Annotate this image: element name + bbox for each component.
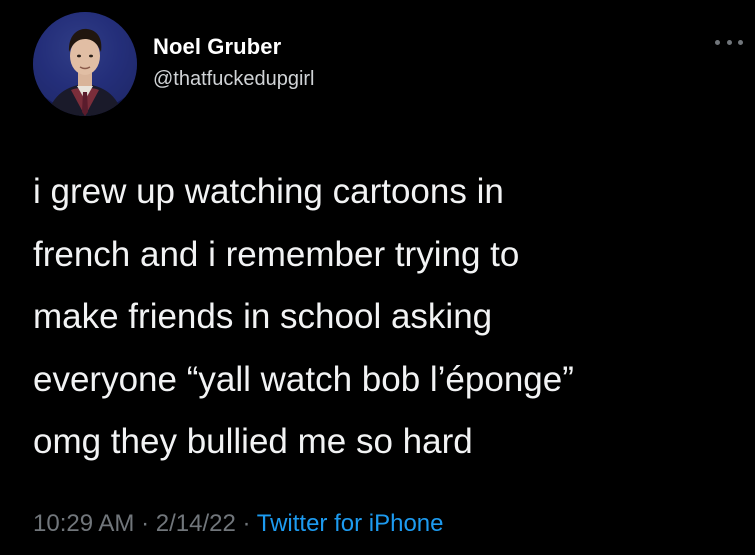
more-options-icon[interactable]: [715, 34, 743, 50]
avatar[interactable]: [33, 12, 137, 116]
meta-separator: ·: [141, 510, 150, 537]
more-dot: [738, 39, 743, 45]
tweet-source-link[interactable]: Twitter for iPhone: [257, 510, 444, 537]
avatar-image: [33, 12, 137, 116]
tweet-text: i grew up watching cartoons in french an…: [33, 172, 574, 461]
tweet-time[interactable]: 10:29 AM: [33, 510, 134, 537]
tweet-metadata: 10:29 AM · 2/14/22 · Twitter for iPhone: [33, 510, 443, 538]
more-dot: [726, 39, 732, 45]
author-handle[interactable]: @thatfuckedupgirl: [153, 68, 315, 91]
tweet-card: Noel Gruber @thatfuckedupgirl i grew up …: [0, 0, 755, 555]
tweet-date[interactable]: 2/14/22: [156, 510, 236, 537]
author-display-name[interactable]: Noel Gruber: [153, 34, 281, 60]
meta-separator: ·: [242, 510, 251, 537]
more-dot: [715, 39, 720, 45]
